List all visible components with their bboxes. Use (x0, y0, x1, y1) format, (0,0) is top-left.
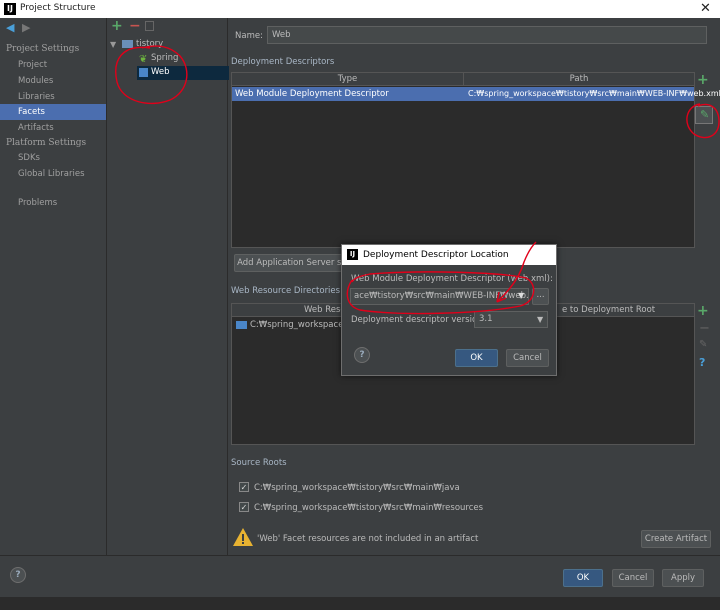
help-icon[interactable]: ? (699, 356, 705, 369)
nav-item-global-libraries[interactable]: Global Libraries (18, 169, 85, 179)
edit-web-resource-icon[interactable]: ✎ (699, 339, 707, 350)
pencil-icon: ✎ (700, 108, 710, 121)
project-settings-header: Project Settings (6, 44, 80, 54)
help-button[interactable]: ? (10, 567, 26, 583)
nav-item-artifacts[interactable]: Artifacts (18, 123, 54, 133)
platform-settings-header: Platform Settings (6, 138, 87, 148)
nav-item-facets[interactable]: Facets (18, 107, 45, 117)
version-value: 3.1 (479, 314, 493, 324)
forward-arrow-icon[interactable]: ▶ (22, 21, 30, 34)
descriptor-path-input[interactable]: ace₩tistory₩src₩main₩WEB-INF₩web.xml (350, 288, 529, 305)
folder-icon (236, 321, 247, 329)
facet-tree-panel: + − ▼ tistory ❦ Spring Web (106, 18, 229, 555)
source-root-java: C:₩spring_workspace₩tistory₩src₩main₩jav… (254, 483, 460, 493)
browse-button[interactable]: ... (532, 288, 549, 305)
name-label: Name: (235, 31, 263, 41)
version-select[interactable]: 3.1 ▼ (474, 311, 548, 328)
column-header-path[interactable]: Path (464, 73, 694, 86)
close-window-button[interactable]: ✕ (700, 1, 711, 16)
deployment-descriptor-dialog: IJ Deployment Descriptor Location Web Mo… (341, 244, 557, 376)
column-header-deployment-root[interactable]: e to Deployment Root (562, 305, 655, 315)
source-root-resources: C:₩spring_workspace₩tistory₩src₩main₩res… (254, 503, 484, 513)
version-label: Deployment descriptor version (351, 315, 483, 325)
expand-chevron-icon[interactable]: ▼ (110, 40, 116, 49)
nav-item-project[interactable]: Project (18, 60, 47, 70)
intellij-logo-icon: IJ (347, 249, 358, 260)
artifact-warning-text: 'Web' Facet resources are not included i… (257, 534, 479, 544)
web-facet-icon (139, 68, 148, 77)
edit-descriptor-button[interactable]: ✎ (695, 106, 713, 124)
apply-button[interactable]: Apply (662, 569, 704, 587)
nav-toolbar: ◀ ▶ (0, 18, 106, 36)
descriptor-type-cell: Web Module Deployment Descriptor (235, 89, 389, 99)
web-resource-directories-title: Web Resource Directories (231, 286, 341, 296)
nav-item-sdks[interactable]: SDKs (18, 153, 40, 163)
dialog-title: Deployment Descriptor Location (363, 250, 509, 260)
dialog-footer: ? OK Cancel Apply (0, 555, 720, 597)
remove-facet-icon[interactable]: − (129, 18, 141, 34)
title-bar: IJ Project Structure ✕ (0, 0, 720, 18)
dialog-cancel-button[interactable]: Cancel (506, 349, 549, 367)
deployment-descriptors-table: Type Path Web Module Deployment Descript… (231, 72, 720, 248)
descriptor-path-cell: C:₩spring_workspace₩tistory₩src₩main₩WEB… (468, 89, 720, 98)
tree-item-web[interactable]: Web (151, 67, 170, 77)
add-facet-icon[interactable]: + (111, 18, 123, 34)
add-web-resource-icon[interactable]: + (697, 303, 709, 319)
source-roots-title: Source Roots (231, 458, 287, 468)
descriptor-path-label: Web Module Deployment Descriptor (web.xm… (351, 274, 553, 284)
tree-item-spring[interactable]: Spring (151, 53, 178, 63)
deployment-descriptors-title: Deployment Descriptors (231, 57, 335, 67)
tree-root-tistory[interactable]: tistory (136, 39, 163, 49)
name-input[interactable]: Web (267, 26, 707, 44)
remove-web-resource-icon[interactable]: − (699, 321, 710, 336)
add-descriptor-icon[interactable]: + (697, 72, 709, 88)
table-row[interactable]: Web Module Deployment Descriptor C:₩spri… (232, 87, 720, 101)
nav-item-facets-selected[interactable] (0, 104, 106, 120)
add-application-server-button[interactable]: Add Application Server sp (234, 254, 350, 272)
cancel-button[interactable]: Cancel (612, 569, 654, 587)
column-header-type[interactable]: Type (232, 73, 464, 86)
window-title: Project Structure (20, 3, 96, 13)
left-navigation: ◀ ▶ Project Settings Project Modules Lib… (0, 18, 106, 555)
spring-leaf-icon: ❦ (139, 54, 148, 65)
chevron-down-icon: ▼ (537, 315, 544, 324)
nav-item-libraries[interactable]: Libraries (18, 92, 55, 102)
nav-item-modules[interactable]: Modules (18, 76, 53, 86)
source-root-checkbox-java[interactable]: ✓ (239, 482, 249, 492)
ok-button[interactable]: OK (563, 569, 603, 587)
intellij-logo-icon: IJ (4, 3, 16, 15)
dialog-title-bar: IJ Deployment Descriptor Location (342, 245, 556, 265)
dropdown-arrow-icon[interactable]: ▼ (518, 291, 524, 300)
module-folder-icon (122, 40, 133, 48)
nav-item-problems[interactable]: Problems (18, 198, 57, 208)
descriptor-path-value: ace₩tistory₩src₩main₩WEB-INF₩web.xml (354, 291, 529, 301)
warning-icon (233, 528, 253, 546)
dialog-ok-button[interactable]: OK (455, 349, 498, 367)
dialog-help-button[interactable]: ? (354, 347, 370, 363)
taskbar-strip (0, 597, 720, 610)
source-root-checkbox-resources[interactable]: ✓ (239, 502, 249, 512)
create-artifact-button[interactable]: Create Artifact (641, 530, 711, 548)
copy-icon[interactable] (145, 21, 154, 31)
back-arrow-icon[interactable]: ◀ (6, 21, 14, 34)
